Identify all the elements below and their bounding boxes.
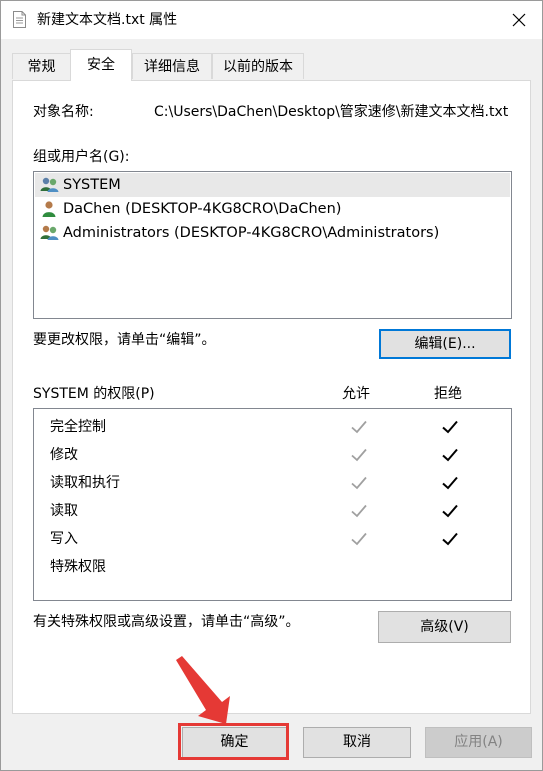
user-icon: [42, 201, 56, 217]
check-icon: [442, 420, 458, 434]
allow-header: 允许: [342, 386, 370, 402]
check-icon: [442, 448, 458, 462]
check-icon: [351, 448, 367, 462]
permission-name: 特殊权限: [50, 559, 106, 575]
object-name-label: 对象名称:: [33, 104, 94, 120]
list-item-dachen[interactable]: DaChen (DESKTOP-4KG8CRO\DaChen): [35, 197, 510, 221]
tab-previous-versions[interactable]: 以前的版本: [212, 53, 304, 79]
user-name: SYSTEM: [63, 177, 121, 193]
list-item-administrators[interactable]: Administrators (DESKTOP-4KG8CRO\Administ…: [35, 221, 510, 245]
permission-name: 写入: [50, 531, 78, 547]
permission-name: 读取: [50, 503, 78, 519]
text-document-icon: [13, 11, 26, 28]
check-icon: [442, 504, 458, 518]
users-list[interactable]: SYSTEM DaChen (DESKTOP-4KG8CRO\DaChen) A…: [33, 171, 512, 319]
close-button[interactable]: [496, 1, 542, 39]
user-group-icon: [40, 225, 59, 240]
permission-row-read-execute: 读取和执行: [34, 469, 511, 497]
check-icon: [351, 532, 367, 546]
permission-name: 完全控制: [50, 419, 106, 435]
apply-button[interactable]: 应用(A): [425, 727, 532, 758]
user-name: Administrators (DESKTOP-4KG8CRO\Administ…: [63, 225, 440, 241]
groups-label: 组或用户名(G):: [33, 149, 130, 165]
permission-row-write: 写入: [34, 525, 511, 553]
red-arrow-icon: [176, 656, 230, 724]
change-permissions-hint: 要更改权限，请单击“编辑”。: [33, 332, 216, 348]
advanced-hint: 有关特殊权限或高级设置，请单击“高级”。: [33, 614, 300, 630]
tab-details[interactable]: 详细信息: [132, 53, 212, 79]
close-icon: [512, 13, 526, 27]
check-icon: [351, 504, 367, 518]
permission-row-read: 读取: [34, 497, 511, 525]
permission-row-modify: 修改: [34, 441, 511, 469]
edit-button[interactable]: 编辑(E)...: [379, 329, 511, 359]
permission-row-special: 特殊权限: [34, 553, 511, 581]
security-panel: 对象名称: C:\Users\DaChen\Desktop\管家速修\新建文本文…: [12, 80, 531, 714]
permissions-for-label: SYSTEM 的权限(P): [33, 386, 155, 402]
ok-button[interactable]: 确定: [182, 727, 287, 758]
cancel-button[interactable]: 取消: [303, 727, 411, 758]
title-bar: 新建文本文档.txt 属性: [1, 1, 542, 39]
tab-general[interactable]: 常规: [12, 53, 71, 79]
object-name-value: C:\Users\DaChen\Desktop\管家速修\新建文本文档.txt: [154, 104, 509, 120]
advanced-button[interactable]: 高级(V): [378, 611, 511, 643]
permission-name: 修改: [50, 447, 78, 463]
check-icon: [442, 532, 458, 546]
check-icon: [351, 476, 367, 490]
tab-security[interactable]: 安全: [70, 49, 132, 81]
permission-name: 读取和执行: [50, 475, 120, 491]
deny-header: 拒绝: [434, 386, 462, 402]
list-item-system[interactable]: SYSTEM: [35, 173, 510, 197]
window-title: 新建文本文档.txt 属性: [37, 12, 178, 28]
properties-dialog: 新建文本文档.txt 属性 常规 安全 详细信息 以前的版本 对象名称: C:\…: [0, 0, 543, 771]
check-icon: [351, 420, 367, 434]
permission-row-full-control: 完全控制: [34, 413, 511, 441]
check-icon: [442, 476, 458, 490]
user-name: DaChen (DESKTOP-4KG8CRO\DaChen): [63, 201, 342, 217]
user-group-icon: [40, 177, 59, 192]
permissions-list: 完全控制 修改 读取和执行 读取 写入 特殊权限: [33, 408, 512, 601]
